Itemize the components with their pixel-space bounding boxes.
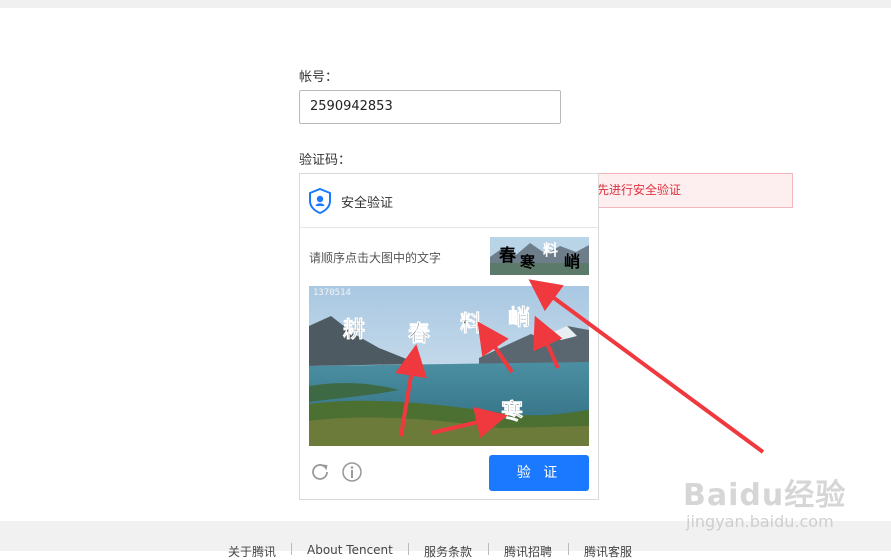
account-input[interactable]: 2590942853 bbox=[299, 90, 561, 124]
footer-link[interactable]: 关于腾讯 bbox=[228, 543, 276, 560]
watermark-url: jingyan.baidu.com bbox=[686, 512, 834, 531]
image-char[interactable]: 料 bbox=[460, 311, 483, 338]
footer-divider bbox=[291, 543, 292, 555]
captcha-label: 验证码： bbox=[299, 153, 352, 168]
image-char[interactable]: 峭 bbox=[508, 305, 531, 332]
watermark-logo: Baidu经验 bbox=[683, 478, 847, 513]
captcha-popup: 安全验证 请顺序点击大图中的文字 春 寒 料 峭 1370514 耕 春 料 峭… bbox=[299, 173, 599, 500]
footer-divider bbox=[568, 543, 569, 555]
account-label: 帐号： bbox=[299, 70, 339, 85]
thumb-char: 料 bbox=[543, 241, 558, 259]
footer-divider bbox=[488, 543, 489, 555]
thumb-char: 春 bbox=[499, 245, 516, 266]
image-char[interactable]: 寒 bbox=[501, 399, 524, 426]
target-text-thumbnail: 春 寒 料 峭 bbox=[490, 237, 589, 275]
footer-link[interactable]: About Tencent bbox=[307, 543, 393, 557]
top-bar bbox=[0, 0, 891, 8]
footer-link[interactable]: 服务条款 bbox=[424, 543, 472, 560]
captcha-image[interactable]: 1370514 耕 春 料 峭 寒 bbox=[309, 286, 589, 446]
captcha-instruction: 请顺序点击大图中的文字 bbox=[309, 251, 442, 265]
footer-divider bbox=[408, 543, 409, 555]
refresh-icon[interactable] bbox=[309, 461, 331, 483]
footer-link[interactable]: 腾讯招聘 bbox=[504, 543, 552, 560]
thumb-char: 峭 bbox=[564, 252, 580, 271]
shield-icon bbox=[309, 188, 331, 214]
info-icon[interactable] bbox=[341, 461, 363, 483]
image-char[interactable]: 春 bbox=[408, 321, 431, 348]
captcha-image-id: 1370514 bbox=[313, 288, 351, 298]
captcha-header: 安全验证 bbox=[300, 174, 598, 228]
thumb-char: 寒 bbox=[520, 253, 536, 271]
image-char[interactable]: 耕 bbox=[343, 317, 366, 344]
verify-button[interactable]: 验 证 bbox=[489, 455, 589, 491]
footer-link[interactable]: 腾讯客服 bbox=[584, 543, 632, 560]
captcha-title: 安全验证 bbox=[341, 196, 394, 211]
